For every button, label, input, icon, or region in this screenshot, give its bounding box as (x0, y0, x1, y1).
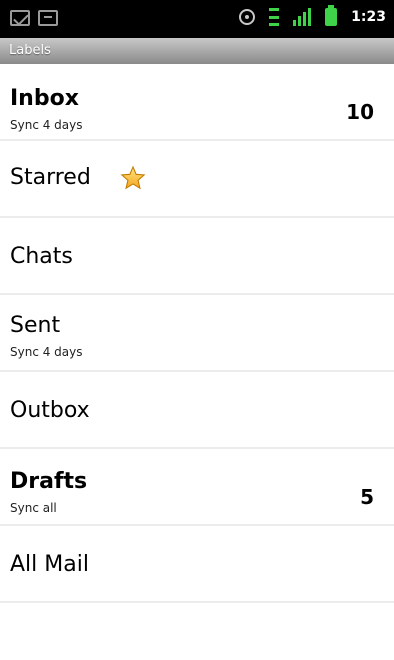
label-sync-status: Sync all (10, 501, 57, 515)
labels-list: Inbox Sync 4 days 10 Starred Chats Sent … (0, 64, 394, 603)
label-item-outbox[interactable]: Outbox (0, 372, 394, 449)
gps-icon (239, 9, 256, 25)
clock: 1:23 (351, 9, 386, 25)
label-sync-status: Sync 4 days (10, 118, 83, 132)
status-bar: 1:23 (0, 0, 394, 38)
star-icon (120, 165, 146, 190)
page-title: Labels (0, 38, 394, 64)
label-item-starred[interactable]: Starred (0, 141, 394, 218)
label-name: All Mail (10, 552, 89, 577)
signal-icon (293, 8, 312, 26)
label-name: Outbox (10, 398, 90, 423)
unread-count: 10 (346, 100, 374, 124)
label-sync-status: Sync 4 days (10, 345, 83, 359)
mail-notification-icon[interactable] (10, 10, 30, 26)
unread-count: 5 (360, 485, 374, 509)
label-name: Starred (10, 165, 91, 190)
label-name: Inbox (10, 86, 79, 111)
battery-icon (325, 5, 338, 26)
label-name: Sent (10, 313, 61, 338)
calendar-notification-icon[interactable] (38, 10, 58, 26)
label-name: Chats (10, 244, 73, 269)
label-item-chats[interactable]: Chats (0, 218, 394, 295)
label-item-inbox[interactable]: Inbox Sync 4 days 10 (0, 64, 394, 141)
data-transfer-icon (269, 8, 280, 26)
label-name: Drafts (10, 469, 88, 494)
label-item-sent[interactable]: Sent Sync 4 days (0, 295, 394, 372)
label-item-all-mail[interactable]: All Mail (0, 526, 394, 603)
label-item-drafts[interactable]: Drafts Sync all 5 (0, 449, 394, 526)
